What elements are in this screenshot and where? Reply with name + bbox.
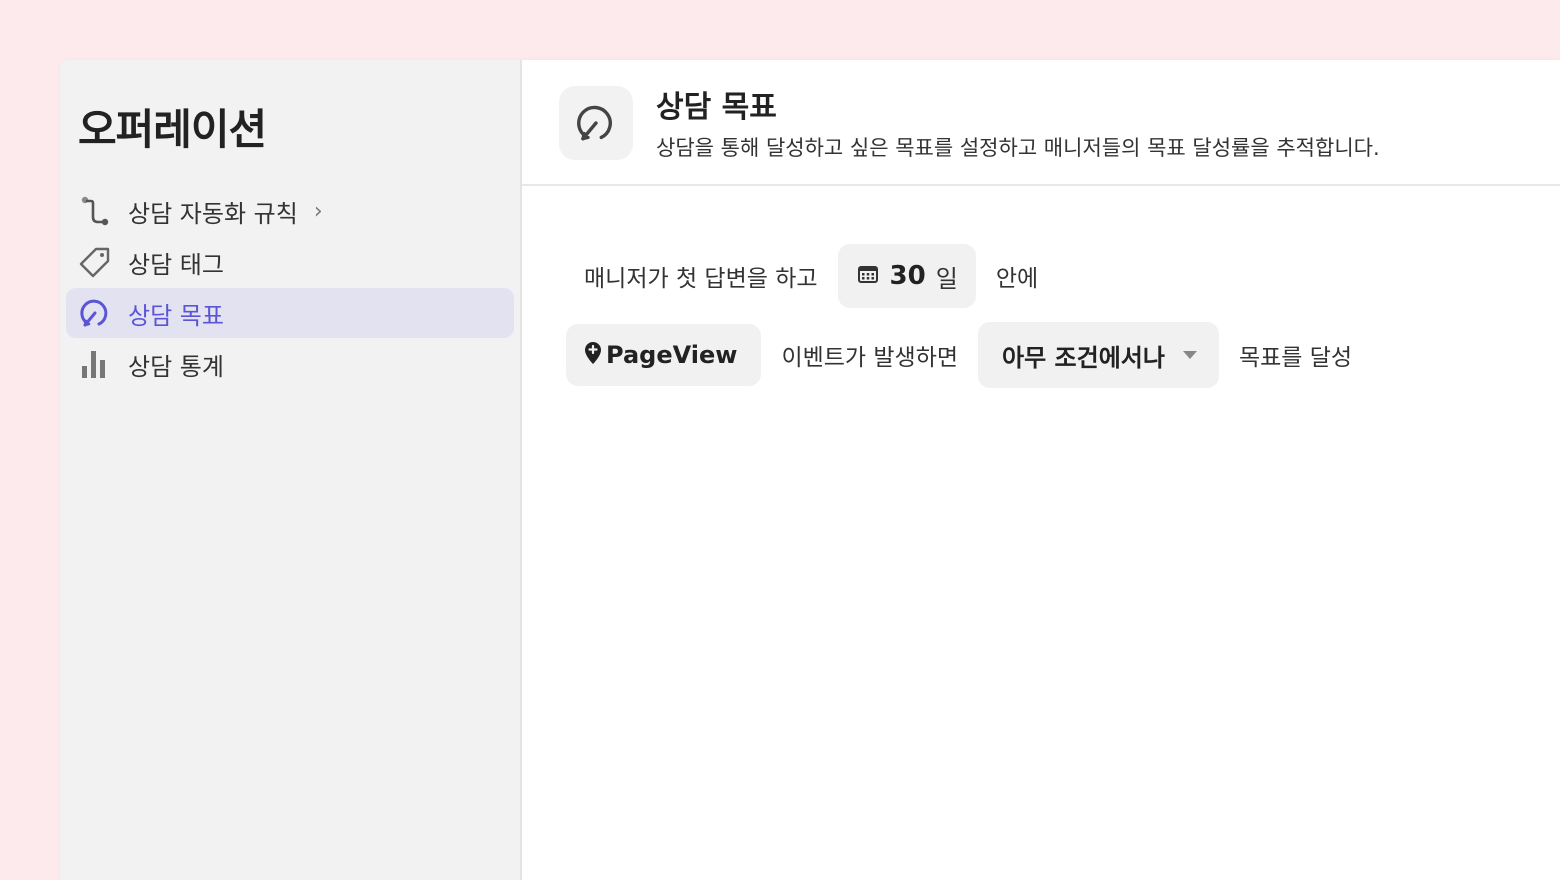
sidebar-item-label: 상담 자동화 규칙	[128, 199, 298, 228]
route-icon	[78, 194, 112, 228]
sidebar-nav: 상담 자동화 규칙 › 상담 태그 상담 목표 상담 통계	[66, 186, 514, 390]
rule-within-text: 안에	[995, 266, 1039, 292]
main-content: 상담 목표 상담을 통해 달성하고 싶은 목표를 설정하고 매니저들의 목표 달…	[522, 60, 1560, 880]
sidebar-item-automation-rules[interactable]: 상담 자동화 규칙 ›	[66, 186, 514, 236]
app-window: 오퍼레이션 상담 자동화 규칙 › 상담 태그 상담 목표 상담 통계 상담 목…	[60, 60, 1560, 880]
chevron-right-icon: ›	[313, 198, 323, 224]
location-pin-icon	[584, 341, 602, 369]
event-selector[interactable]: PageView	[566, 324, 762, 386]
days-value: 30	[889, 261, 926, 291]
sidebar: 오퍼레이션 상담 자동화 규칙 › 상담 태그 상담 목표 상담 통계	[60, 60, 522, 880]
days-unit: 일	[935, 264, 958, 293]
goal-rule-row-2: PageView 이벤트가 발생하면 아무 조건에서나 목표를 달성	[566, 322, 1352, 388]
caret-down-icon	[1182, 351, 1197, 359]
goal-icon	[78, 296, 112, 330]
page-title: 상담 목표	[656, 90, 777, 125]
sidebar-item-tags[interactable]: 상담 태그	[66, 237, 514, 287]
condition-dropdown[interactable]: 아무 조건에서나	[978, 322, 1219, 388]
sidebar-title: 오퍼레이션	[78, 105, 267, 154]
sidebar-item-goals[interactable]: 상담 목표	[66, 288, 514, 338]
goal-rule-row-1: 매니저가 첫 답변을 하고 30 일 안에	[584, 244, 1038, 308]
rule-prefix-text: 매니저가 첫 답변을 하고	[584, 266, 818, 292]
page-header: 상담 목표 상담을 통해 달성하고 싶은 목표를 설정하고 매니저들의 목표 달…	[522, 60, 1560, 186]
bar-chart-icon	[78, 347, 112, 381]
sidebar-item-label: 상담 태그	[128, 250, 224, 279]
goal-icon	[559, 86, 633, 160]
rule-event-text: 이벤트가 발생하면	[781, 345, 959, 371]
days-selector[interactable]: 30 일	[837, 244, 976, 308]
calendar-icon	[857, 265, 878, 287]
rule-suffix-text: 목표를 달성	[1238, 345, 1353, 371]
tag-icon	[78, 245, 112, 279]
page-description: 상담을 통해 달성하고 싶은 목표를 설정하고 매니저들의 목표 달성률을 추적…	[656, 136, 1380, 160]
event-name: PageView	[606, 341, 738, 369]
sidebar-item-label: 상담 목표	[128, 301, 224, 330]
sidebar-item-label: 상담 통계	[128, 352, 224, 381]
condition-value: 아무 조건에서나	[1002, 343, 1165, 372]
sidebar-item-statistics[interactable]: 상담 통계	[66, 339, 514, 389]
